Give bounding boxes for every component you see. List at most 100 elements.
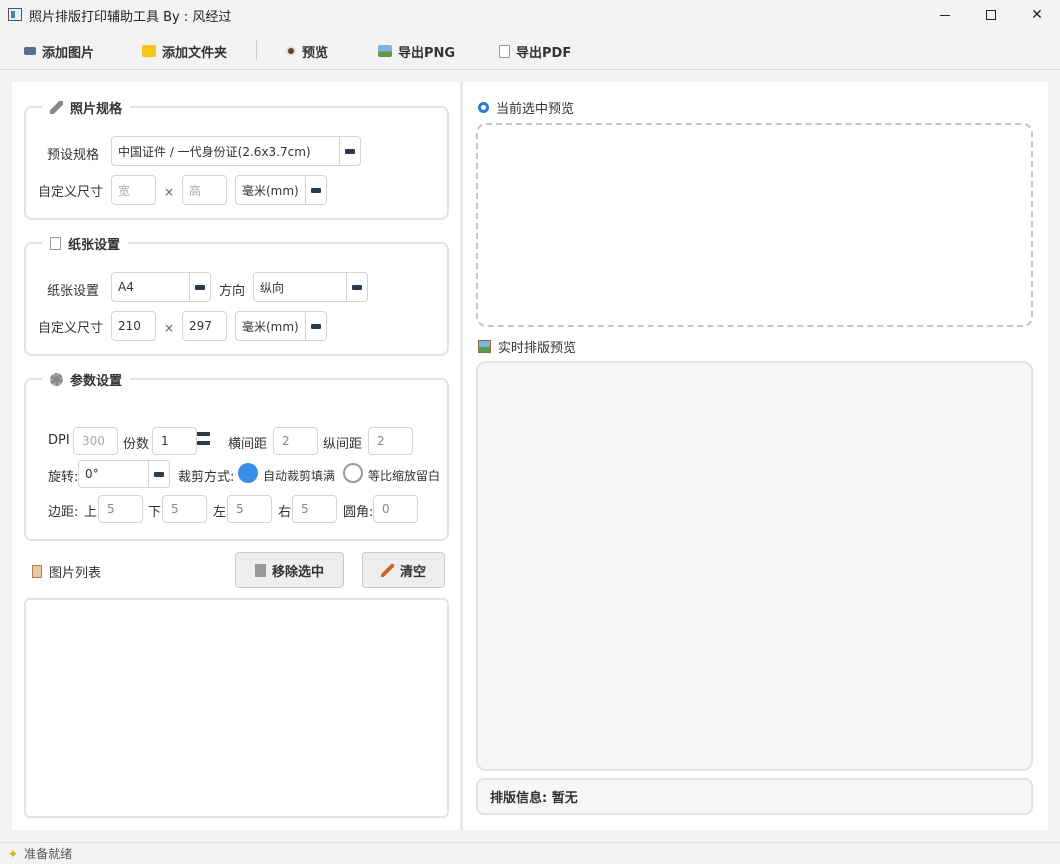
copies-label: 份数 [123, 437, 150, 452]
remove-selected-button[interactable]: 移除选中 [235, 552, 344, 588]
export-pdf-label: 导出PDF [516, 45, 572, 61]
photo-height-input[interactable]: 高 [182, 175, 227, 205]
paper-height-input[interactable]: 297 [182, 311, 227, 341]
margin-right-input[interactable]: 5 [292, 495, 337, 523]
add-image-label: 添加图片 [42, 45, 95, 61]
margin-bottom-input[interactable]: 5 [162, 495, 207, 523]
document-icon [499, 44, 510, 58]
status-bar: ✦ 准备就绪 [0, 842, 1060, 864]
picture-icon [478, 340, 491, 353]
preview-label: 预览 [302, 45, 329, 61]
dpi-input[interactable]: 300 [73, 427, 118, 455]
add-image-button[interactable]: 添加图片 [24, 40, 94, 62]
orientation-select[interactable]: 纵向 [253, 272, 368, 302]
orientation-value: 纵向 [260, 280, 285, 295]
times-sign: × [164, 185, 175, 199]
margin-label: 边距: [48, 505, 79, 520]
v-gap-label: 纵间距 [323, 437, 363, 452]
minimize-button[interactable] [922, 0, 968, 30]
params-title: 参数设置 [42, 370, 131, 389]
magnifier-icon [478, 102, 489, 113]
photo-spec-group: 照片规格 预设规格 中国证件 / 一代身份证(2.6x3.7cm) 自定义尺寸 … [24, 98, 449, 220]
photo-width-input[interactable]: 宽 [111, 175, 156, 205]
margin-top-input[interactable]: 5 [98, 495, 143, 523]
h-gap-input[interactable]: 2 [273, 427, 318, 455]
add-folder-label: 添加文件夹 [162, 45, 228, 61]
preset-value: 中国证件 / 一代身份证(2.6x3.7cm) [118, 144, 311, 159]
paper-width-input[interactable]: 210 [111, 311, 156, 341]
paper-label: 纸张设置 [47, 284, 100, 299]
rotate-select[interactable]: 0° [78, 460, 170, 488]
paper-title-text: 纸张设置 [68, 238, 121, 253]
copies-spinbox[interactable]: 1 [152, 427, 197, 455]
maximize-button[interactable] [968, 0, 1014, 30]
panel-divider[interactable] [461, 82, 462, 830]
chevron-down-icon [148, 461, 169, 487]
preview-panel: 当前选中预览 实时排版预览 排版信息: 暂无 [463, 82, 1048, 830]
custom-size-label: 自定义尺寸 [38, 185, 104, 200]
preview-button[interactable]: 预览 [286, 40, 328, 62]
margin-top-label: 上 [84, 505, 98, 520]
params-group: 参数设置 DPI 300 份数 1 横间距 2 纵间距 2 旋转: 0° 裁剪方… [24, 370, 449, 541]
paper-unit-value: 毫米(mm) [242, 319, 299, 334]
close-button[interactable]: ✕ [1014, 0, 1060, 30]
corner-radius-label: 圆角: [343, 505, 374, 520]
photo-spec-title: 照片规格 [42, 98, 131, 117]
add-folder-button[interactable]: 添加文件夹 [142, 40, 227, 62]
eye-icon [286, 46, 296, 56]
close-icon: ✕ [1031, 7, 1043, 23]
paper-group: 纸张设置 纸张设置 A4 方向 纵向 自定义尺寸 210 × 297 毫米(mm… [24, 234, 449, 356]
current-preview-label: 当前选中预览 [496, 102, 575, 117]
layout-info-text: 排版信息: 暂无 [490, 791, 578, 806]
toolbar: 添加图片 添加文件夹 预览 导出PNG 导出PDF [0, 30, 1060, 70]
ruler-icon [50, 101, 63, 114]
crop-auto-radio[interactable] [238, 463, 258, 483]
sparkle-icon: ✦ [8, 846, 19, 861]
image-icon [24, 47, 36, 55]
current-preview-area [476, 123, 1033, 327]
chevron-down-icon [346, 273, 367, 301]
chevron-down-icon [189, 273, 210, 301]
orientation-label: 方向 [219, 284, 246, 299]
export-png-label: 导出PNG [398, 45, 456, 61]
v-gap-input[interactable]: 2 [368, 427, 413, 455]
current-preview-title: 当前选中预览 [478, 98, 574, 117]
settings-panel: 照片规格 预设规格 中国证件 / 一代身份证(2.6x3.7cm) 自定义尺寸 … [12, 82, 460, 830]
rotate-value: 0° [85, 467, 99, 481]
preset-select[interactable]: 中国证件 / 一代身份证(2.6x3.7cm) [111, 136, 361, 166]
times-sign: × [164, 321, 175, 335]
export-png-button[interactable]: 导出PNG [378, 40, 455, 62]
image-list-title: 图片列表 [32, 562, 101, 581]
title-bar: 照片排版打印辅助工具 By : 风经过 ✕ [0, 0, 1060, 30]
crop-fit-radio[interactable] [343, 463, 363, 483]
paper-value: A4 [118, 280, 134, 294]
maximize-icon [986, 10, 996, 20]
document-icon [50, 237, 61, 250]
chevron-down-icon [305, 312, 326, 340]
paper-select[interactable]: A4 [111, 272, 211, 302]
chevron-down-icon [305, 176, 326, 204]
image-list-title-text: 图片列表 [49, 566, 102, 581]
clear-label: 清空 [399, 564, 426, 580]
margin-left-input[interactable]: 5 [227, 495, 272, 523]
paper-custom-label: 自定义尺寸 [38, 321, 104, 336]
image-list[interactable] [24, 598, 449, 818]
folder-icon [142, 45, 156, 57]
gear-icon [50, 373, 63, 386]
toolbar-separator [256, 40, 257, 60]
crop-label: 裁剪方式: [178, 470, 235, 485]
live-preview-area [476, 361, 1033, 771]
layout-info: 排版信息: 暂无 [476, 778, 1033, 815]
clear-button[interactable]: 清空 [362, 552, 445, 588]
photo-unit-select[interactable]: 毫米(mm) [235, 175, 327, 205]
status-text: 准备就绪 [24, 847, 73, 861]
photo-spec-title-text: 照片规格 [70, 102, 123, 117]
corner-radius-input[interactable]: 0 [373, 495, 418, 523]
live-preview-title: 实时排版预览 [478, 337, 576, 356]
export-pdf-button[interactable]: 导出PDF [499, 40, 571, 62]
app-icon [8, 8, 22, 21]
paper-unit-select[interactable]: 毫米(mm) [235, 311, 327, 341]
window-title: 照片排版打印辅助工具 By : 风经过 [29, 10, 232, 25]
copies-spin-arrows[interactable] [197, 427, 211, 455]
crop-auto-label: 自动裁剪填满 [263, 469, 336, 483]
